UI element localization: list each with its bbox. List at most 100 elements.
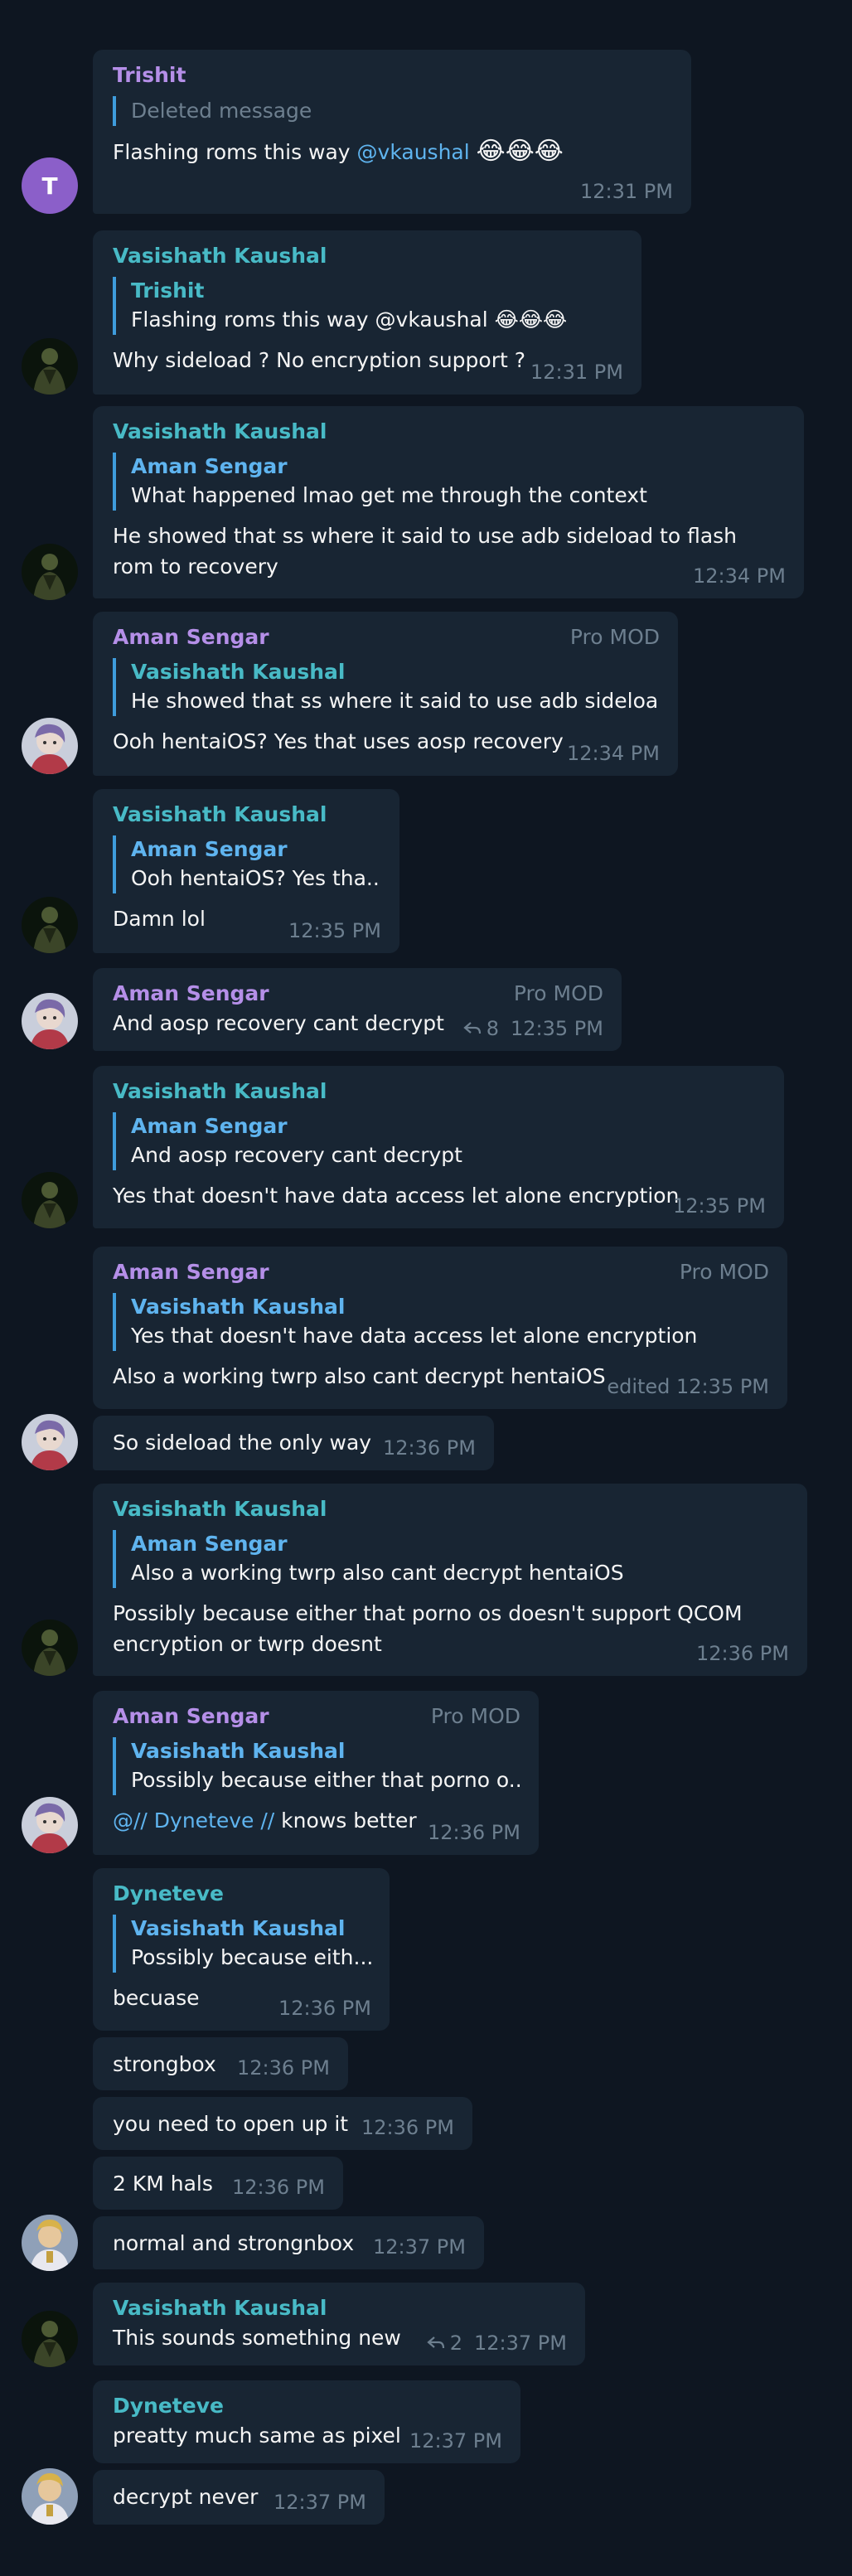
sender-name[interactable]: Vasishath Kaushal bbox=[113, 242, 623, 270]
user-mention[interactable]: @vkaushal bbox=[357, 140, 470, 164]
message-bubble[interactable]: Dyneteve Vasishath Kaushal Possibly beca… bbox=[93, 1868, 390, 2031]
avatar[interactable] bbox=[22, 2215, 78, 2271]
message-time: 12:37 PM bbox=[274, 2491, 366, 2514]
message-bubble[interactable]: Aman Sengar Pro MOD And aosp recovery ca… bbox=[93, 968, 622, 1051]
message-time: 12:37 PM bbox=[373, 2235, 466, 2259]
sender-name[interactable]: Aman Sengar bbox=[113, 980, 269, 1008]
message-time: 12:37 PM bbox=[474, 2331, 567, 2355]
message-bubble[interactable]: Vasishath Kaushal Aman Sengar Also a wor… bbox=[93, 1484, 807, 1676]
reply-preview-text: Ooh hentaiOS? Yes tha... bbox=[131, 866, 381, 890]
sender-name[interactable]: Vasishath Kaushal bbox=[113, 418, 786, 446]
laughing-emoji: 😂😂😂 bbox=[476, 137, 564, 166]
reply-preview-text: Flashing roms this way @vkaushal 😂😂😂 bbox=[131, 307, 568, 332]
sender-name[interactable]: Dyneteve bbox=[113, 1880, 371, 1908]
sender-name[interactable]: Vasishath Kaushal bbox=[113, 1495, 789, 1523]
message-time: 12:35 PM bbox=[288, 919, 381, 942]
reply-author: Aman Sengar bbox=[131, 454, 288, 478]
reply-preview-text: Also a working twrp also cant decrypt he… bbox=[131, 1561, 624, 1585]
message-bubble[interactable]: Dyneteve preatty much same as pixel 12:3… bbox=[93, 2380, 520, 2463]
avatar[interactable] bbox=[22, 338, 78, 395]
sender-name[interactable]: Dyneteve bbox=[113, 2392, 502, 2420]
message-time: 12:36 PM bbox=[232, 2176, 325, 2199]
message-time: 12:35 PM bbox=[673, 1194, 766, 1218]
avatar[interactable] bbox=[22, 544, 78, 600]
message-time: 12:36 PM bbox=[428, 1821, 520, 1844]
message-text: Possibly because either that porno os do… bbox=[113, 1601, 743, 1656]
message-bubble[interactable]: Aman Sengar Pro MOD Vasishath Kaushal Ye… bbox=[93, 1247, 787, 1409]
sender-name[interactable]: Vasishath Kaushal bbox=[113, 801, 381, 829]
reply-author: Aman Sengar bbox=[131, 837, 288, 861]
message-bubble[interactable]: decrypt never 12:37 PM bbox=[93, 2470, 385, 2525]
reply-arrow-icon bbox=[463, 1022, 481, 1034]
reply-author: Vasishath Kaushal bbox=[131, 1739, 346, 1763]
message-bubble[interactable]: Vasishath Kaushal Trishit Flashing roms … bbox=[93, 230, 641, 395]
message-time: 12:34 PM bbox=[567, 742, 660, 765]
avatar[interactable] bbox=[22, 1172, 78, 1228]
reply-quote[interactable]: Aman Sengar Ooh hentaiOS? Yes tha... bbox=[113, 835, 381, 893]
message-bubble[interactable]: normal and strongnbox 12:37 PM bbox=[93, 2216, 484, 2269]
message-bubble[interactable]: Trishit Deleted message Flashing roms th… bbox=[93, 50, 691, 214]
reply-arrow-icon bbox=[427, 2336, 444, 2349]
reply-quote[interactable]: Vasishath Kaushal He showed that ss wher… bbox=[113, 658, 660, 716]
avatar[interactable]: T bbox=[22, 157, 78, 214]
member-role: Pro MOD bbox=[569, 625, 660, 649]
reply-author: Vasishath Kaushal bbox=[131, 1916, 346, 1940]
avatar[interactable] bbox=[22, 2468, 78, 2525]
reply-preview-text: What happened lmao get me through the co… bbox=[131, 483, 647, 507]
sender-name[interactable]: Trishit bbox=[113, 61, 673, 90]
reply-quote[interactable]: Vasishath Kaushal Possibly because eith.… bbox=[113, 1915, 371, 1973]
reply-preview-text: And aosp recovery cant decrypt bbox=[131, 1143, 462, 1167]
message-bubble[interactable]: Aman Sengar Pro MOD Vasishath Kaushal He… bbox=[93, 612, 678, 776]
member-role: Pro MOD bbox=[513, 981, 603, 1005]
replies-count[interactable]: 8 bbox=[463, 1016, 499, 1041]
user-mention[interactable]: @// Dyneteve // bbox=[113, 1809, 274, 1833]
message-bubble[interactable]: Vasishath Kaushal Aman Sengar Ooh hentai… bbox=[93, 789, 399, 953]
message-bubble[interactable]: Vasishath Kaushal Aman Sengar What happe… bbox=[93, 406, 804, 598]
sender-name[interactable]: Aman Sengar bbox=[113, 623, 269, 651]
reply-author: Vasishath Kaushal bbox=[131, 1295, 346, 1319]
reply-preview-text: Deleted message bbox=[131, 99, 312, 123]
reply-quote[interactable]: Trishit Flashing roms this way @vkaushal… bbox=[113, 277, 623, 335]
member-role: Pro MOD bbox=[430, 1704, 520, 1728]
message-time: 12:31 PM bbox=[580, 180, 673, 203]
avatar[interactable] bbox=[22, 897, 78, 953]
message-bubble[interactable]: Vasishath Kaushal Aman Sengar And aosp r… bbox=[93, 1066, 784, 1228]
avatar[interactable] bbox=[22, 1797, 78, 1853]
reply-author: Vasishath Kaushal bbox=[131, 660, 346, 684]
message-bubble[interactable]: 2 KM hals 12:36 PM bbox=[93, 2157, 343, 2210]
avatar[interactable] bbox=[22, 1620, 78, 1676]
message-bubble[interactable]: So sideload the only way 12:36 PM bbox=[93, 1416, 494, 1470]
message-time: 12:36 PM bbox=[361, 2116, 454, 2139]
avatar[interactable] bbox=[22, 993, 78, 1049]
message-time: 12:36 PM bbox=[696, 1642, 789, 1665]
reply-preview-text: Yes that doesn't have data access let al… bbox=[131, 1324, 698, 1348]
reply-quote[interactable]: Aman Sengar What happened lmao get me th… bbox=[113, 453, 786, 511]
message-bubble[interactable]: Aman Sengar Pro MOD Vasishath Kaushal Po… bbox=[93, 1691, 539, 1855]
sender-name[interactable]: Vasishath Kaushal bbox=[113, 2294, 567, 2322]
message-time: edited 12:35 PM bbox=[607, 1375, 769, 1398]
message-bubble[interactable]: Vasishath Kaushal This sounds something … bbox=[93, 2283, 585, 2365]
sender-name[interactable]: Vasishath Kaushal bbox=[113, 1077, 766, 1106]
chat-history[interactable]: Trishit Deleted message Flashing roms th… bbox=[0, 0, 852, 2576]
reply-quote[interactable]: Deleted message bbox=[113, 96, 673, 126]
reply-quote[interactable]: Vasishath Kaushal Yes that doesn't have … bbox=[113, 1293, 769, 1351]
message-bubble[interactable]: strongbox 12:36 PM bbox=[93, 2037, 348, 2090]
message-time: 12:31 PM bbox=[530, 361, 623, 384]
reply-preview-text: Possibly because either that porno o... bbox=[131, 1768, 520, 1792]
sender-name[interactable]: Aman Sengar bbox=[113, 1258, 269, 1286]
reply-preview-text: He showed that ss where it said to use a… bbox=[131, 689, 660, 713]
replies-count[interactable]: 2 bbox=[427, 2331, 462, 2356]
reply-author: Aman Sengar bbox=[131, 1114, 288, 1138]
message-text: Flashing roms this way @vkaushal 😂😂😂 bbox=[113, 137, 564, 166]
reply-quote[interactable]: Aman Sengar And aosp recovery cant decry… bbox=[113, 1112, 766, 1170]
avatar[interactable] bbox=[22, 718, 78, 774]
reply-quote[interactable]: Aman Sengar Also a working twrp also can… bbox=[113, 1530, 789, 1588]
member-role: Pro MOD bbox=[679, 1260, 769, 1284]
avatar[interactable] bbox=[22, 2311, 78, 2367]
avatar[interactable] bbox=[22, 1414, 78, 1470]
sender-name[interactable]: Aman Sengar bbox=[113, 1702, 269, 1731]
message-text: Yes that doesn't have data access let al… bbox=[113, 1184, 680, 1208]
reply-quote[interactable]: Vasishath Kaushal Possibly because eithe… bbox=[113, 1737, 520, 1795]
message-time: 12:34 PM bbox=[693, 564, 786, 588]
message-bubble[interactable]: you need to open up it 12:36 PM bbox=[93, 2097, 472, 2150]
